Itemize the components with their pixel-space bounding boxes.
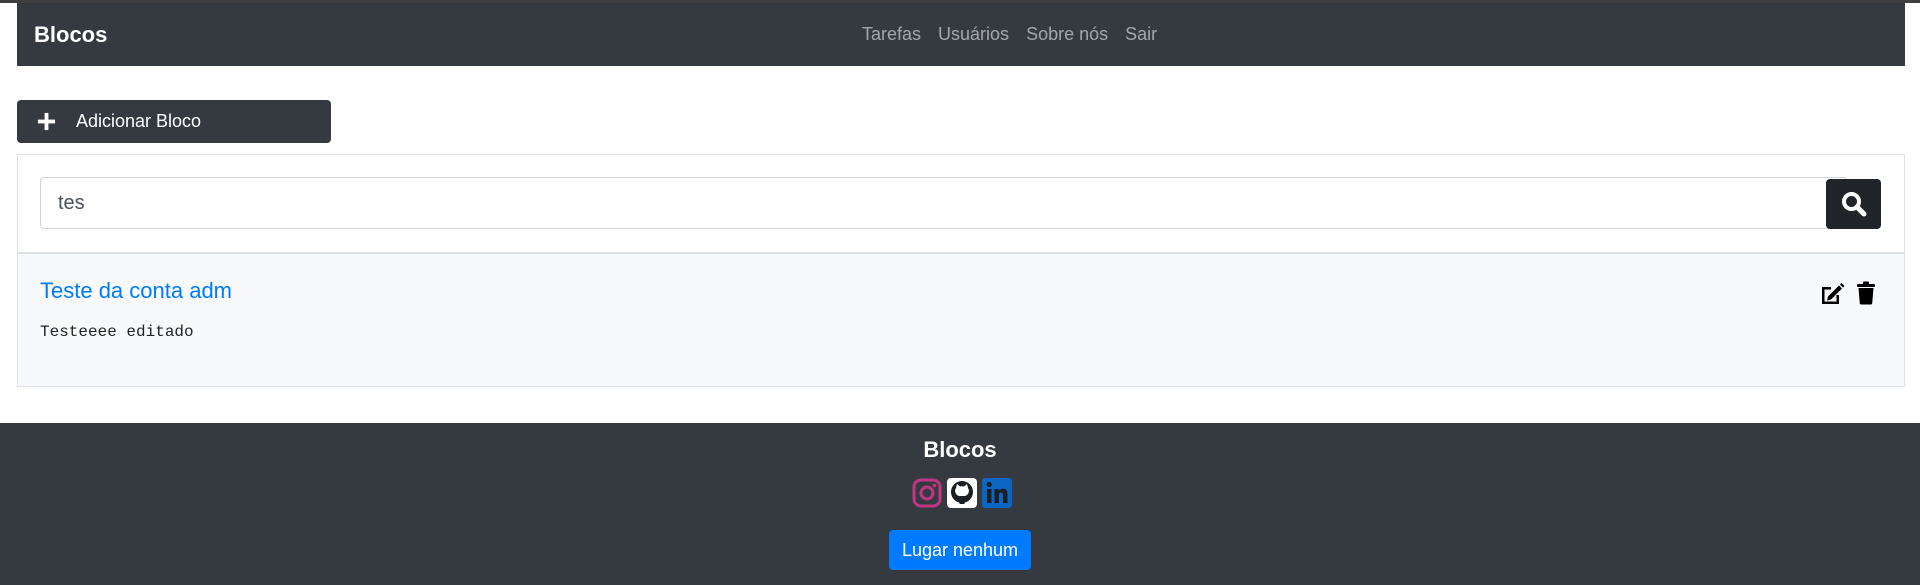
nav-link-usuarios[interactable]: Usuários	[938, 3, 1009, 66]
nav-link-tarefas[interactable]: Tarefas	[862, 3, 921, 66]
search-icon	[1841, 192, 1866, 217]
nav-link-sobre-nos[interactable]: Sobre nós	[1026, 3, 1108, 66]
block-title[interactable]: Teste da conta adm	[40, 278, 232, 304]
nav-links: Tarefas Usuários Sobre nós Sair	[862, 3, 1157, 66]
add-block-label: Adicionar Bloco	[76, 111, 202, 131]
github-icon[interactable]	[947, 478, 977, 508]
nav-link-sair[interactable]: Sair	[1125, 3, 1157, 66]
search-card	[17, 154, 1905, 253]
navbar-brand[interactable]: Blocos	[34, 3, 107, 66]
block-description: Testeeee editado	[40, 323, 194, 341]
instagram-icon[interactable]	[912, 478, 942, 508]
search-input[interactable]	[40, 177, 1846, 229]
block-card: Teste da conta adm Testeeee editado	[17, 253, 1905, 387]
search-button[interactable]	[1826, 179, 1881, 229]
trash-icon[interactable]	[1856, 281, 1876, 305]
add-block-button[interactable]: Adicionar Bloco	[17, 100, 331, 143]
edit-icon[interactable]	[1819, 281, 1845, 305]
navbar: Blocos Tarefas Usuários Sobre nós Sair	[17, 3, 1905, 66]
footer-title: Blocos	[923, 437, 997, 462]
place-button[interactable]: Lugar nenhum	[889, 530, 1031, 570]
footer: Blocos Lugar nenhum	[0, 423, 1920, 585]
linkedin-icon[interactable]	[982, 478, 1012, 508]
plus-icon	[37, 112, 56, 131]
social-links	[912, 478, 1012, 508]
